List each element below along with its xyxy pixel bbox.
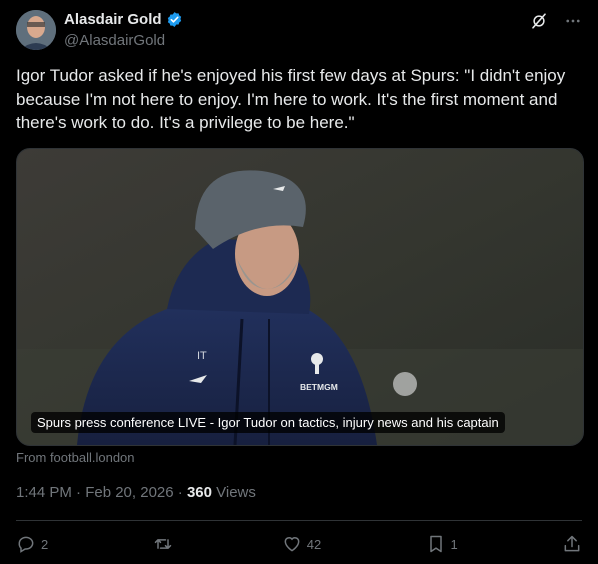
bookmark-icon — [429, 535, 442, 553]
media-image: IT BETMGM — [17, 149, 583, 445]
avatar-image — [16, 10, 56, 50]
action-bar: 2 42 1 — [16, 532, 582, 556]
tweet-meta: 1:44 PM · Feb 20, 2026 · 360 Views — [16, 484, 256, 501]
reply-count: 2 — [41, 536, 49, 552]
reply-button[interactable]: 2 — [16, 534, 48, 554]
verified-badge-icon — [167, 12, 181, 27]
like-count: 42 — [306, 536, 322, 552]
like-button[interactable]: 42 — [282, 534, 321, 554]
media-card[interactable]: IT BETMGM Spurs press conference LIVE - … — [16, 148, 584, 446]
more-icon[interactable] — [564, 12, 582, 30]
reply-icon — [18, 536, 34, 553]
grok-icon[interactable] — [530, 12, 548, 30]
author-handle[interactable]: @AlasdairGold — [64, 32, 165, 49]
retweet-button[interactable] — [153, 534, 178, 554]
author-display-name[interactable]: Alasdair Gold — [64, 11, 162, 28]
author-name-row: Alasdair Gold — [64, 11, 183, 28]
top-icons — [530, 12, 582, 30]
avatar[interactable] — [16, 10, 56, 50]
retweet-icon — [154, 539, 171, 549]
views-label: Views — [211, 484, 256, 501]
tweet-text: Igor Tudor asked if he's enjoyed his fir… — [16, 66, 566, 132]
timestamp[interactable]: 1:44 PM · Feb 20, 2026 · — [16, 484, 187, 501]
jacket-sponsor: BETMGM — [300, 382, 338, 392]
link-source[interactable]: From football.london — [16, 450, 135, 465]
bookmark-button[interactable]: 1 — [426, 534, 458, 554]
views-count: 360 — [186, 484, 212, 501]
bookmark-count: 1 — [450, 536, 458, 552]
like-icon — [284, 537, 300, 552]
jacket-initials: IT — [197, 350, 207, 362]
share-button[interactable] — [562, 534, 582, 554]
media-caption: Spurs press conference LIVE - Igor Tudor… — [31, 412, 505, 433]
share-icon — [564, 535, 580, 552]
divider — [16, 520, 582, 521]
